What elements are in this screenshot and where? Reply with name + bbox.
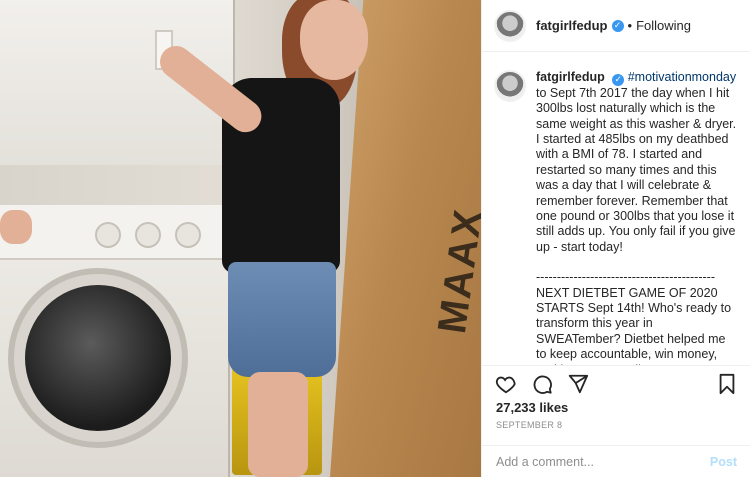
post-photo[interactable]: MAAX — [0, 0, 481, 477]
photo-knob — [95, 222, 121, 248]
header-username[interactable]: fatgirlfedup — [536, 18, 608, 33]
post-header: fatgirlfedup ✓ • Following — [482, 0, 750, 52]
photo-person-shorts — [228, 262, 336, 377]
post-comment-button[interactable]: Post — [710, 455, 737, 469]
photo-hand — [0, 210, 32, 244]
avatar[interactable] — [494, 70, 526, 102]
caption-username[interactable]: fatgirlfedup — [536, 70, 605, 84]
separator-dot: • — [627, 18, 633, 33]
caption: fatgirlfedup ✓ #motivationmonday to Sept… — [494, 70, 739, 365]
photo-washer-glass — [25, 285, 171, 431]
avatar[interactable] — [494, 9, 526, 42]
caption-area[interactable]: fatgirlfedup ✓ #motivationmonday to Sept… — [482, 52, 750, 365]
post-date[interactable]: SEPTEMBER 8 — [496, 420, 562, 430]
share-icon — [568, 374, 589, 393]
action-bar — [482, 365, 750, 401]
photo-person-legs — [248, 372, 308, 477]
hashtag-link[interactable]: #motivationmonday — [628, 70, 736, 84]
photo-knob — [135, 222, 161, 248]
following-button[interactable]: Following — [636, 18, 691, 33]
caption-text: fatgirlfedup ✓ #motivationmonday to Sept… — [536, 70, 739, 365]
caption-paragraph: NEXT DIETBET GAME OF 2020 STARTS Sept 14… — [536, 285, 732, 365]
post-side-panel: fatgirlfedup ✓ • Following fatgirlfedup … — [481, 0, 750, 477]
photo-knob — [175, 222, 201, 248]
bookmark-icon — [719, 373, 735, 394]
likes-count[interactable]: 27,233 likes — [496, 400, 568, 415]
comment-icon — [533, 375, 552, 394]
verified-icon: ✓ — [612, 73, 625, 86]
heart-icon — [495, 376, 516, 393]
comment-button[interactable] — [530, 372, 554, 396]
share-button[interactable] — [566, 372, 590, 396]
photo-person-head — [300, 0, 368, 80]
like-button[interactable] — [494, 372, 518, 396]
save-button[interactable] — [715, 372, 739, 396]
post-modal: MAAX fatgirlfedup ✓ • Following fatgirlf… — [0, 0, 750, 477]
comment-bar: Post — [482, 445, 750, 477]
comment-input[interactable] — [496, 454, 710, 469]
verified-icon: ✓ — [611, 19, 624, 32]
caption-body: to Sept 7th 2017 the day when I hit 300l… — [536, 85, 737, 254]
caption-divider: ----------------------------------------… — [536, 270, 715, 285]
